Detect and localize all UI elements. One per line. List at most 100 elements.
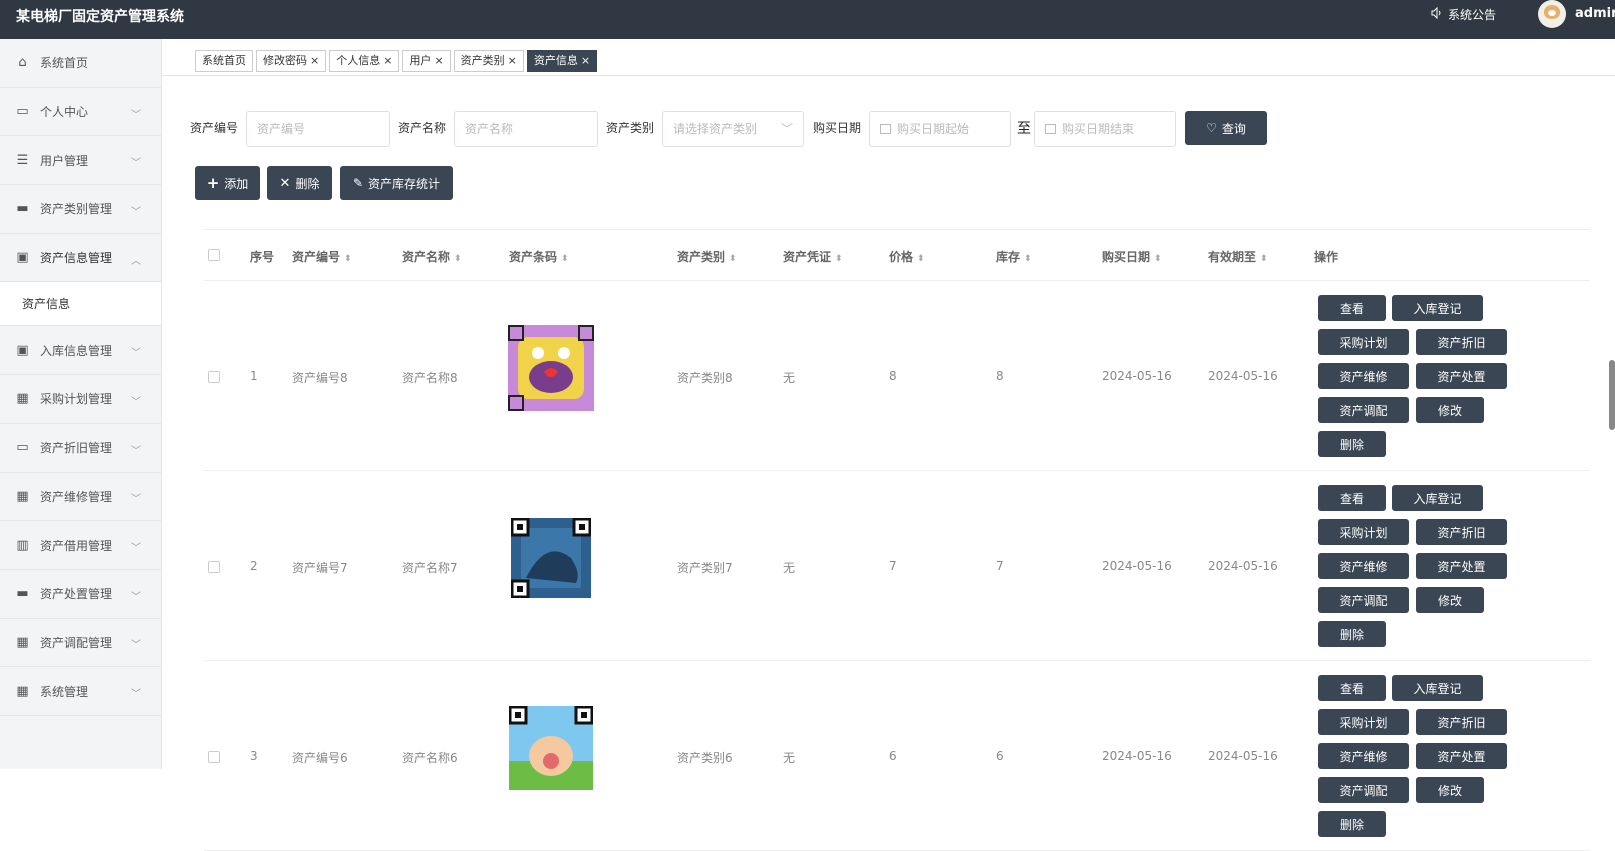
row-action-button[interactable]: 资产折旧 [1416, 709, 1507, 735]
close-icon[interactable]: × [434, 54, 443, 67]
row-action-button[interactable]: 入库登记 [1392, 675, 1483, 701]
row-action-button[interactable]: 资产处置 [1416, 363, 1507, 389]
tab[interactable]: 资产类别 × [453, 50, 524, 72]
sidebar-item[interactable]: ▣ 资产信息管理 ︿ [0, 234, 161, 283]
date-end-input[interactable]: 购买日期结束 [1034, 111, 1176, 147]
tab-label: 个人信息 [336, 54, 381, 67]
row-action-button[interactable]: 查看 [1318, 485, 1386, 511]
sort-icon[interactable]: ⬍ [561, 254, 568, 264]
sidebar-item[interactable]: ☰ 用户管理 ﹀ [0, 136, 161, 186]
column-header[interactable]: 库存 ⬍ [996, 248, 1031, 265]
row-action-button[interactable]: 入库登记 [1392, 295, 1483, 321]
sort-icon[interactable]: ⬍ [1024, 254, 1031, 264]
delete-button[interactable]: ✕ 删除 [267, 166, 332, 200]
name-input[interactable]: 资产名称 [454, 111, 598, 147]
cell-buy-date: 2024-05-16 [1102, 749, 1172, 763]
row-action-button[interactable]: 资产处置 [1416, 743, 1507, 769]
column-header[interactable]: 购买日期 ⬍ [1102, 248, 1161, 265]
column-header-label: 价格 [889, 250, 914, 264]
sidebar-item[interactable]: ▣ 入库信息管理 ﹀ [0, 326, 161, 376]
sidebar-item[interactable]: ▬ 资产类别管理 ﹀ [0, 185, 161, 234]
stats-button[interactable]: ✎ 资产库存统计 [340, 166, 453, 200]
row-action-button[interactable]: 资产折旧 [1416, 329, 1507, 355]
row-action-button[interactable]: 修改 [1416, 777, 1484, 803]
sidebar-subitem[interactable]: 资产信息 [0, 282, 161, 327]
row-action-button[interactable]: 删除 [1318, 431, 1386, 457]
date-start-input[interactable]: 购买日期起始 [869, 111, 1011, 147]
sort-icon[interactable]: ⬍ [917, 254, 924, 264]
column-header[interactable]: 资产条码 ⬍ [509, 248, 568, 265]
row-action-button[interactable]: 采购计划 [1318, 519, 1409, 545]
row-action-button[interactable]: 查看 [1318, 675, 1386, 701]
sidebar-item[interactable]: ▦ 采购计划管理 ﹀ [0, 375, 161, 424]
sidebar-item[interactable]: ▥ 资产借用管理 ﹀ [0, 521, 161, 570]
tab[interactable]: 用户 × [402, 50, 451, 72]
table-row: 2 资产编号7 资产名称7 资产类别7 无 7 7 2024-05-16 2024-05-16 查… [204, 471, 1590, 661]
row-checkbox[interactable] [208, 561, 220, 573]
sort-icon[interactable]: ⬍ [1260, 254, 1267, 264]
username[interactable]: admin [1575, 6, 1615, 21]
tab[interactable]: 个人信息 × [329, 50, 400, 72]
app-title: 某电梯厂固定资产管理系统 [16, 9, 184, 25]
tab-label: 资产信息 [533, 54, 578, 67]
query-button-label: 查询 [1221, 121, 1246, 136]
date-separator: 至 [1017, 121, 1031, 137]
sort-icon[interactable]: ⬍ [729, 254, 736, 264]
row-action-button[interactable]: 资产维修 [1318, 743, 1409, 769]
row-action-button[interactable]: 修改 [1416, 397, 1484, 423]
row-action-button[interactable]: 资产维修 [1318, 363, 1409, 389]
column-header[interactable]: 资产类别 ⬍ [677, 248, 736, 265]
sort-icon[interactable]: ⬍ [454, 254, 461, 264]
column-header[interactable]: 价格 ⬍ [889, 248, 924, 265]
cell-expire: 2024-05-16 [1208, 369, 1278, 383]
sidebar-item[interactable]: ⌂ 系统首页 [0, 39, 161, 88]
avatar[interactable] [1538, 0, 1566, 28]
cell-voucher: 无 [783, 371, 796, 385]
row-action-button[interactable]: 删除 [1318, 811, 1386, 837]
row-checkbox[interactable] [208, 371, 220, 383]
row-action-button[interactable]: 资产调配 [1318, 397, 1409, 423]
row-action-button[interactable]: 入库登记 [1392, 485, 1483, 511]
sort-icon[interactable]: ⬍ [1154, 254, 1161, 264]
tab[interactable]: 系统首页 [195, 50, 253, 72]
code-input[interactable]: 资产编号 [246, 111, 390, 147]
column-header[interactable]: 资产编号 ⬍ [292, 248, 351, 265]
row-action-button[interactable]: 资产折旧 [1416, 519, 1507, 545]
sidebar-item[interactable]: ▦ 系统管理 ﹀ [0, 667, 161, 716]
sidebar-item[interactable]: ▦ 资产调配管理 ﹀ [0, 619, 161, 668]
row-action-button[interactable]: 资产维修 [1318, 553, 1409, 579]
row-action-button[interactable]: 资产调配 [1318, 777, 1409, 803]
close-icon[interactable]: × [581, 54, 590, 67]
row-action-button[interactable]: 删除 [1318, 621, 1386, 647]
plus-icon: + [206, 174, 220, 192]
tab[interactable]: 资产信息 × [526, 50, 598, 72]
column-header[interactable]: 资产凭证 ⬍ [783, 248, 842, 265]
close-icon[interactable]: × [310, 54, 319, 67]
type-select[interactable]: 请选择资产类别 ﹀ [662, 111, 804, 147]
row-action-button[interactable]: 资产调配 [1318, 587, 1409, 613]
row-action-button[interactable]: 采购计划 [1318, 329, 1409, 355]
row-action-button[interactable]: 修改 [1416, 587, 1484, 613]
column-header[interactable]: 资产名称 ⬍ [402, 248, 461, 265]
tab-label: 用户 [409, 54, 432, 67]
sidebar-item[interactable]: ▭ 资产折旧管理 ﹀ [0, 424, 161, 473]
row-action-button[interactable]: 采购计划 [1318, 709, 1409, 735]
query-button[interactable]: ♡ 查询 [1185, 111, 1267, 145]
cell-stock: 7 [996, 559, 1004, 573]
row-action-button[interactable]: 资产处置 [1416, 553, 1507, 579]
close-icon[interactable]: × [508, 54, 517, 67]
tab[interactable]: 修改密码 × [256, 50, 327, 72]
add-button[interactable]: + 添加 [195, 166, 260, 200]
close-icon[interactable]: × [383, 54, 392, 67]
notice-link[interactable]: 系统公告 [1431, 6, 1496, 23]
select-all-checkbox[interactable] [208, 249, 220, 261]
sort-icon[interactable]: ⬍ [835, 254, 842, 264]
sidebar-item[interactable]: ▬ 资产处置管理 ﹀ [0, 570, 161, 619]
column-header[interactable]: 有效期至 ⬍ [1208, 248, 1267, 265]
row-checkbox[interactable] [208, 751, 220, 763]
scrollbar-thumb[interactable] [1609, 360, 1615, 430]
sidebar-item[interactable]: ▦ 资产维修管理 ﹀ [0, 473, 161, 522]
sidebar-item[interactable]: ▭ 个人中心 ﹀ [0, 88, 161, 137]
sort-icon[interactable]: ⬍ [344, 254, 351, 264]
row-action-button[interactable]: 查看 [1318, 295, 1386, 321]
